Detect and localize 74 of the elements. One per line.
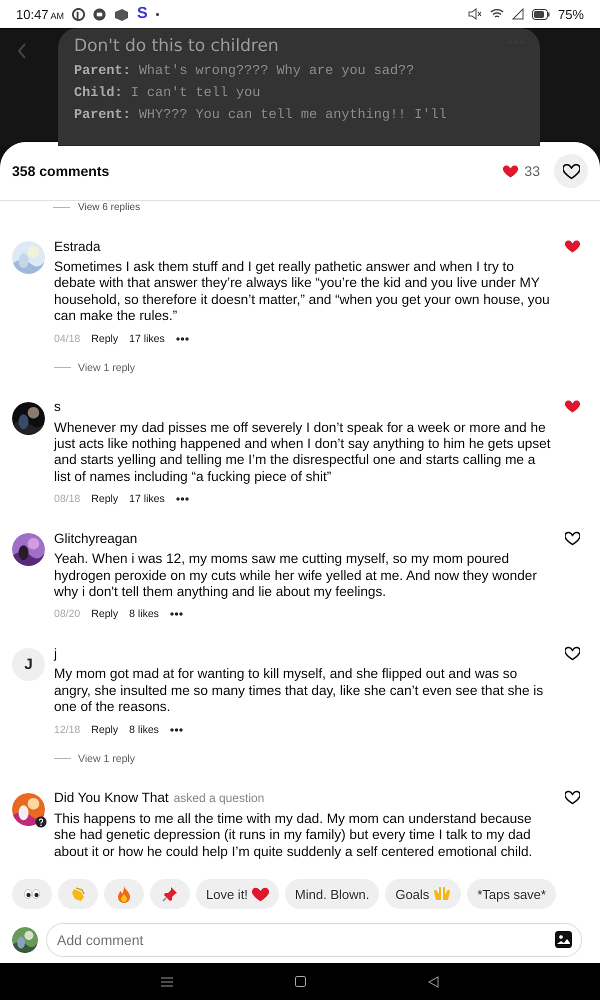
question-badge-icon bbox=[35, 816, 47, 828]
comment-date: 12/18 bbox=[54, 724, 80, 736]
reaction-chip[interactable] bbox=[150, 879, 190, 909]
comment-date: 08/20 bbox=[54, 608, 80, 620]
comment-text: Sometimes I ask them stuff and I get really pathetic answer and when I try to debate with that answer they’re always like “you’re the kid and you live under MY household, so therefore it doesn’t matter,” and “when you get your own house, you can make the rules.” bbox=[54, 259, 551, 325]
eyes-icon bbox=[23, 889, 41, 899]
liked-heart-icon[interactable] bbox=[565, 399, 580, 414]
reply-link[interactable]: Reply bbox=[91, 493, 118, 506]
post-line: Parent: What's wrong???? Why are you sad?? bbox=[74, 64, 414, 79]
post-line: Child: I can't tell you bbox=[74, 86, 260, 101]
heart-icon[interactable] bbox=[565, 646, 580, 661]
post-line: Parent: WHY??? You can tell me anything!! I'll bbox=[74, 108, 447, 123]
liked-heart-icon[interactable] bbox=[565, 238, 580, 254]
reaction-chip[interactable] bbox=[104, 879, 144, 909]
battery-level: 75% bbox=[558, 6, 584, 22]
reaction-chip[interactable]: Goals bbox=[385, 879, 462, 909]
mute-icon bbox=[468, 8, 482, 20]
heart-icon bbox=[252, 886, 269, 902]
comment-field[interactable]: Add comment bbox=[46, 923, 582, 957]
reaction-chip[interactable]: *Taps save* bbox=[467, 879, 556, 909]
heart-icon[interactable] bbox=[565, 790, 580, 806]
menu-icon[interactable] bbox=[161, 976, 173, 986]
fire-icon bbox=[117, 886, 131, 902]
comment-text: Whenever my dad pisses me off severely I don’t speak for a week or more and he just acts like nothing happened and when I don’t say anything to him he gets upset and starts yelling and telling me I’m the disrespectful one and starts calling me a list of names including “a fucking piece of shit” bbox=[54, 420, 552, 486]
avatar[interactable]: J bbox=[12, 648, 45, 682]
commenter-name[interactable]: Estrada bbox=[54, 238, 101, 254]
commenter-name[interactable]: Did You Know That bbox=[54, 790, 169, 806]
heart-icon bbox=[562, 162, 580, 180]
like-count: 17 likes bbox=[129, 332, 165, 345]
pushpin-icon bbox=[162, 886, 178, 902]
reaction-chip[interactable]: Mind. Blown. bbox=[284, 879, 380, 909]
clock: 10:47 AM bbox=[16, 6, 64, 22]
like-button[interactable] bbox=[554, 154, 588, 188]
comment-text: Yeah. When i was 12, my moms saw me cutting myself, so my mom poured hydrogen peroxide on my cuts while her wife yelled at me. And now they wonder why i don't tell them anything and lie about my feelings. bbox=[54, 551, 538, 600]
like-count: 8 likes bbox=[129, 724, 159, 736]
commenter-name[interactable]: s bbox=[54, 399, 61, 414]
reply-link[interactable]: Reply bbox=[91, 724, 118, 736]
battery-icon bbox=[532, 8, 550, 20]
app-icon: S bbox=[137, 5, 148, 23]
reply-link[interactable]: Reply bbox=[91, 608, 118, 620]
view-replies-link[interactable]: View 1 reply bbox=[78, 752, 136, 765]
back-icon[interactable] bbox=[428, 976, 439, 988]
notification-icon bbox=[93, 8, 106, 20]
comment-text: This happens to me all the time with my dad. My mom can understand because she had genetic depression (it runs in my family) but every time I talk to my dad about it or how he could help I’m quite suddenly a self centered emotional child. bbox=[54, 810, 534, 859]
more-icon[interactable] bbox=[176, 336, 189, 341]
commenter-name[interactable]: Glitchyreagan bbox=[54, 530, 138, 546]
view-replies-link[interactable]: View 6 replies bbox=[78, 202, 140, 212]
heart-icon[interactable] bbox=[565, 530, 580, 546]
home-icon[interactable] bbox=[295, 976, 306, 987]
more-icon[interactable] bbox=[170, 612, 183, 616]
notification-icon bbox=[72, 8, 86, 20]
heart-icon bbox=[503, 164, 518, 178]
like-count: 8 likes bbox=[129, 608, 159, 620]
image-icon[interactable] bbox=[555, 931, 572, 948]
comment-date: 04/18 bbox=[54, 332, 80, 345]
commenter-name[interactable]: j bbox=[54, 646, 57, 661]
cube-icon bbox=[114, 8, 130, 20]
comment-text: My mom got mad at for wanting to kill myself, and she flipped out and was so angry, she insulted me so many times that day, like she can’t even see that she is one of the reasons. bbox=[54, 666, 544, 716]
reaction-chip[interactable] bbox=[12, 879, 52, 909]
comment-note: asked a question bbox=[174, 790, 264, 805]
dot-icon bbox=[156, 12, 159, 16]
raised-hands-icon bbox=[433, 886, 452, 902]
signal-icon bbox=[512, 8, 524, 20]
more-icon[interactable] bbox=[176, 497, 189, 502]
comment-count: 358 comments bbox=[12, 163, 110, 179]
wifi-icon bbox=[490, 8, 504, 20]
reaction-chip[interactable]: Love it! bbox=[196, 879, 279, 909]
reply-link[interactable]: Reply bbox=[91, 332, 118, 345]
more-icon[interactable] bbox=[170, 728, 183, 732]
like-count: 17 likes bbox=[129, 493, 165, 506]
post-title: Don't do this to children bbox=[74, 36, 279, 56]
comment-date: 08/18 bbox=[54, 493, 80, 506]
view-replies-link[interactable]: View 1 reply bbox=[78, 362, 136, 374]
reaction-count: 33 bbox=[524, 163, 540, 179]
